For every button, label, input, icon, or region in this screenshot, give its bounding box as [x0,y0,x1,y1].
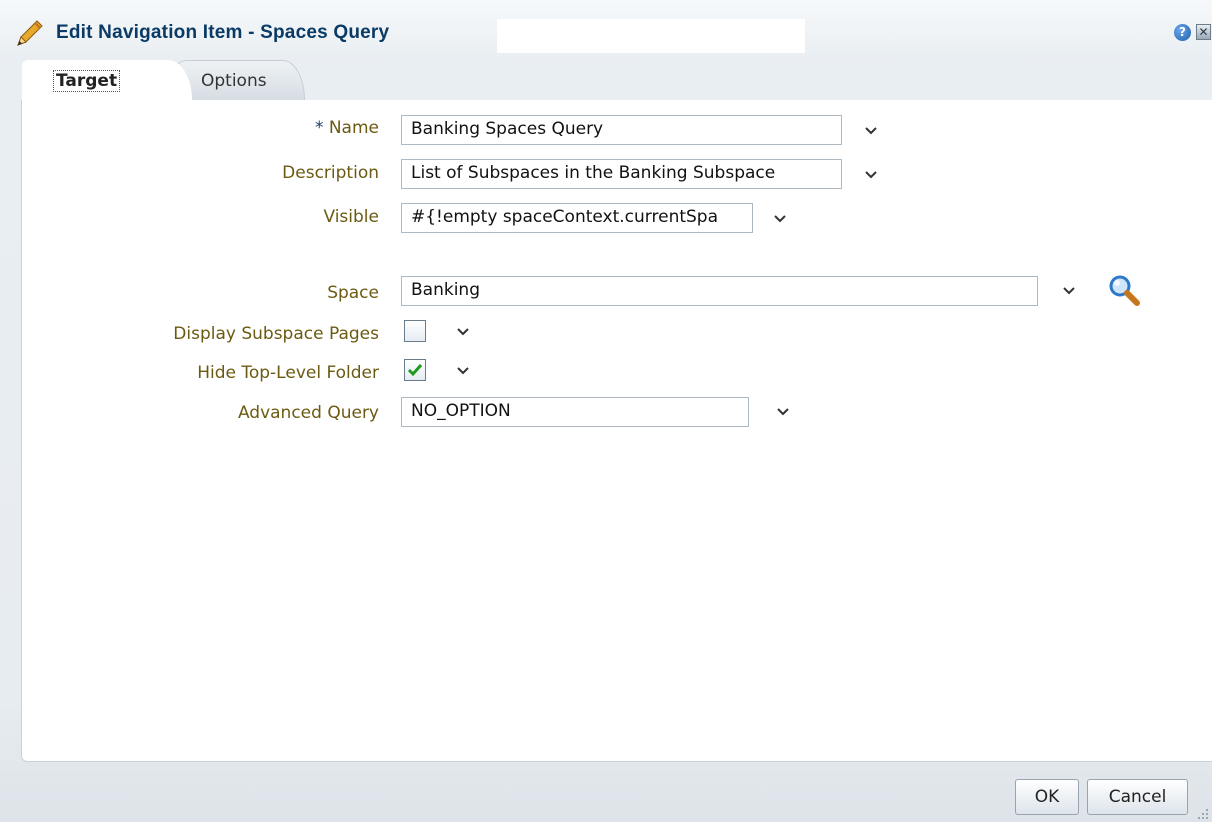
dialog-title: Edit Navigation Item - Spaces Query [56,22,390,43]
advanced-query-label: Advanced Query [237,403,379,423]
visible-label: Visible [323,207,379,227]
name-field[interactable]: Banking Spaces Query [401,115,842,145]
display-subspace-pages-label: Display Subspace Pages [173,324,379,344]
chevron-down-icon[interactable] [864,126,878,136]
chevron-down-icon[interactable] [456,366,470,376]
chevron-down-icon[interactable] [1062,286,1076,296]
display-subspace-pages-checkbox[interactable] [404,320,426,342]
description-field[interactable]: List of Subspaces in the Banking Subspac… [401,159,842,189]
chevron-down-icon[interactable] [864,170,878,180]
tab-options-label: Options [201,71,267,91]
advanced-query-field[interactable]: NO_OPTION [401,397,749,427]
space-field[interactable]: Banking [401,276,1038,306]
edit-navigation-item-dialog: Edit Navigation Item - Spaces Query ? ✕ … [0,0,1212,822]
visible-field[interactable]: #{!empty spaceContext.currentSpa [401,203,753,233]
hide-top-level-folder-label: Hide Top-Level Folder [197,363,379,383]
chevron-down-icon[interactable] [773,214,787,224]
checkmark-icon [407,364,423,377]
ok-button[interactable]: OK [1015,779,1079,815]
required-marker: * [314,118,324,138]
space-label: Space [327,283,379,303]
close-icon[interactable]: ✕ [1196,24,1211,40]
chevron-down-icon[interactable] [776,407,790,417]
tab-target-label: Target [53,70,121,92]
help-icon[interactable]: ? [1174,24,1191,41]
name-label-text: Name [328,118,379,138]
resize-grip-icon[interactable] [1197,808,1209,820]
magnifier-icon[interactable] [1106,273,1142,309]
tab-target[interactable]: Target [22,60,192,100]
title-highlight [497,19,805,53]
chevron-down-icon[interactable] [456,327,470,337]
pencil-icon [17,20,43,46]
dialog-titlebar[interactable]: Edit Navigation Item - Spaces Query ? ✕ [0,0,1212,64]
tab-content-panel [21,100,1212,762]
description-label: Description [282,163,379,183]
hide-top-level-folder-checkbox[interactable] [404,359,426,381]
cancel-button[interactable]: Cancel [1087,779,1188,815]
name-label: * Name [315,118,379,138]
